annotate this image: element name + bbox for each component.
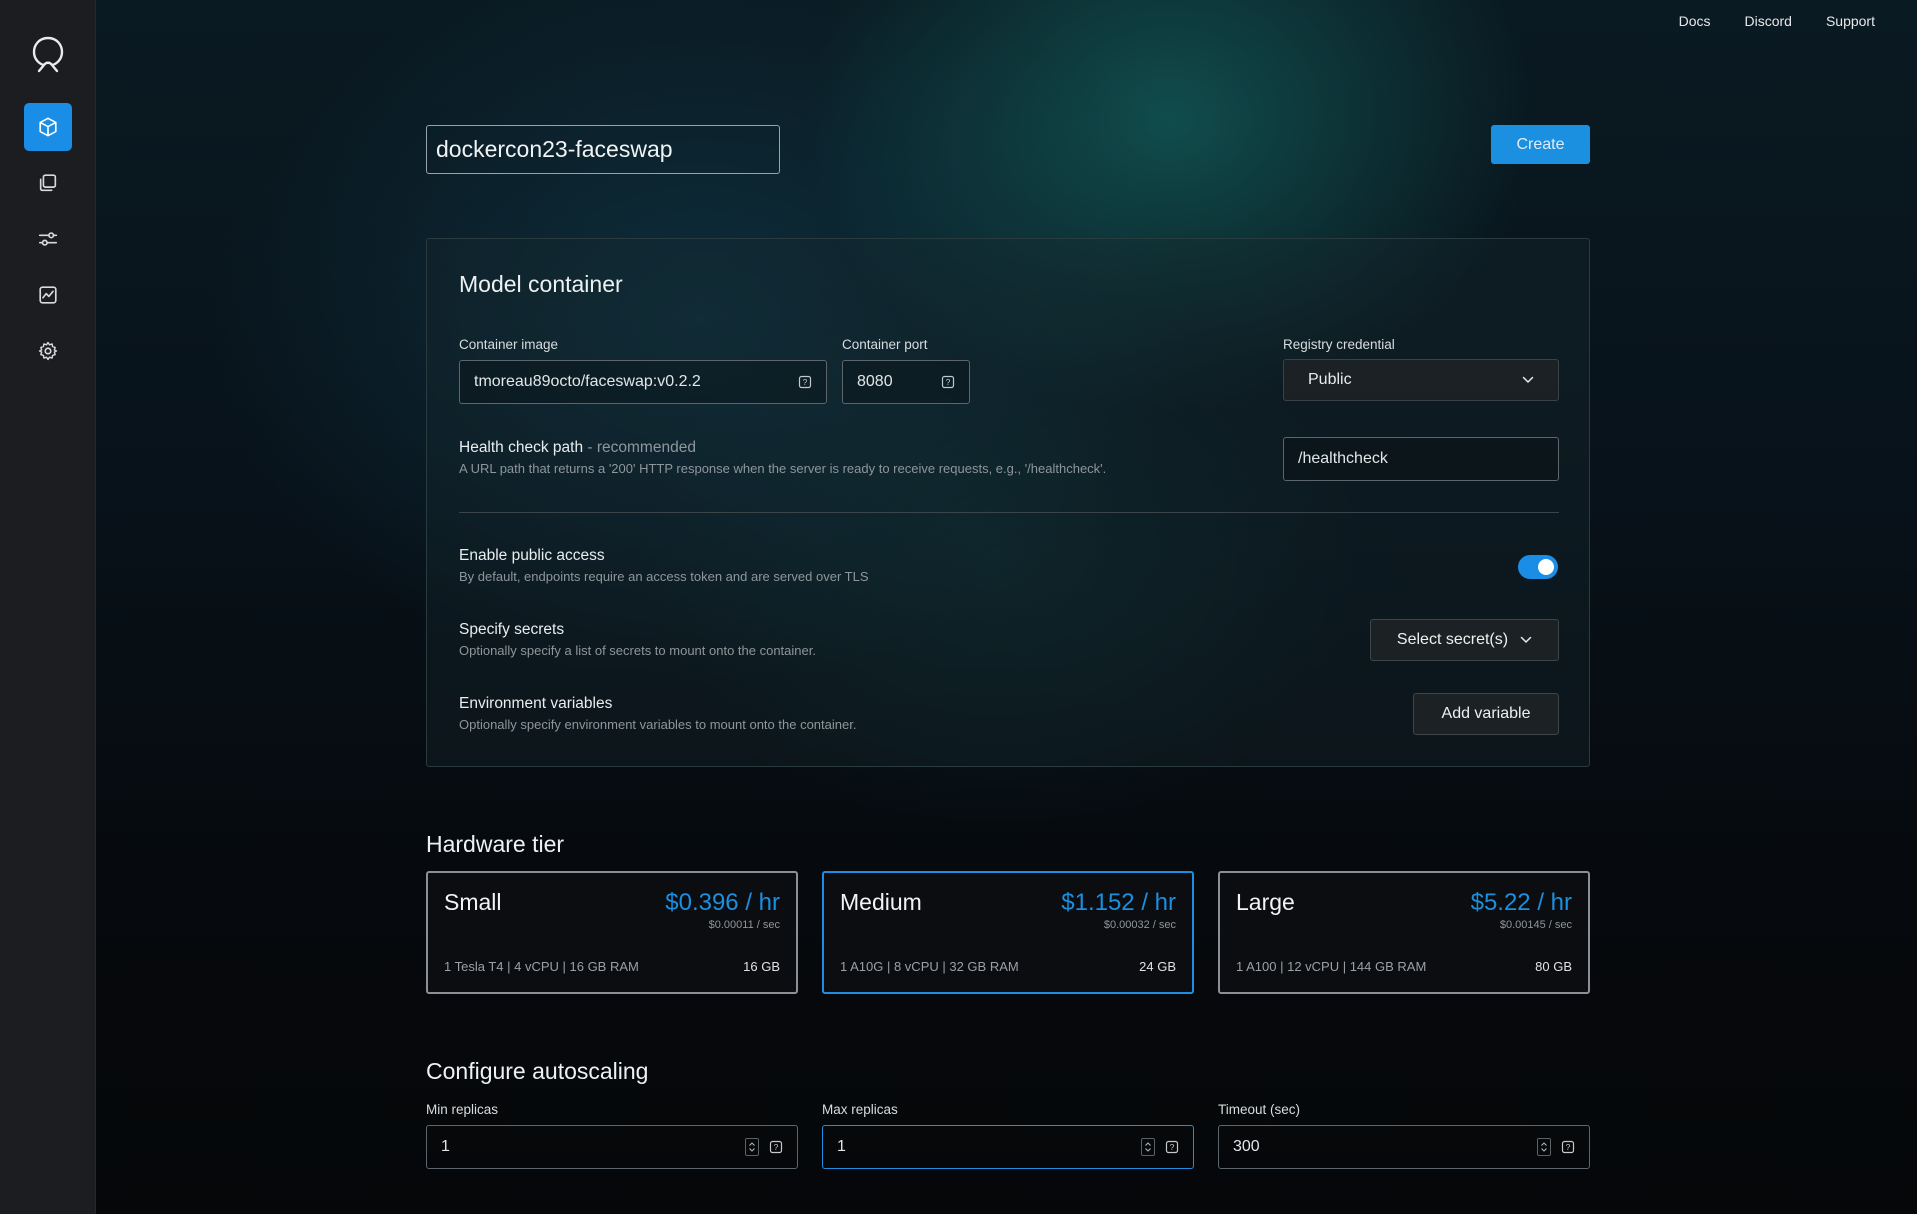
sliders-icon — [38, 232, 58, 246]
copy-icon — [39, 174, 57, 192]
create-button[interactable]: Create — [1491, 125, 1590, 164]
max-replicas-field[interactable]: 1 ? — [822, 1125, 1194, 1169]
health-check-title-text: Health check path — [459, 439, 584, 456]
logo-icon[interactable] — [30, 34, 66, 74]
sidebar-item-models[interactable] — [24, 103, 72, 151]
svg-text:?: ? — [774, 1142, 779, 1152]
tier-card-medium[interactable]: Medium $1.152 / hr $0.00032 / sec 1 A10G… — [822, 871, 1194, 994]
timeout-field[interactable]: 300 ? — [1218, 1125, 1590, 1169]
env-vars-title: Environment variables — [459, 695, 613, 712]
container-image-label: Container image — [459, 337, 559, 352]
sidebar-item-instances[interactable] — [24, 159, 72, 207]
autoscaling-title: Configure autoscaling — [426, 1058, 649, 1084]
container-image-field[interactable]: tmoreau89octo/faceswap:v0.2.2 ? — [459, 360, 827, 404]
registry-credential-select[interactable]: Public — [1283, 359, 1559, 401]
hardware-tier-title: Hardware tier — [426, 831, 565, 857]
tier-memory: 16 GB — [743, 959, 780, 974]
health-check-description: A URL path that returns a '200' HTTP res… — [459, 461, 1107, 476]
tier-price-per-sec: $0.00011 / sec — [708, 919, 780, 931]
tier-price-per-sec: $0.00032 / sec — [1103, 919, 1176, 931]
chevron-down-icon — [1520, 636, 1532, 644]
card-title: Model container — [459, 271, 623, 297]
chevron-down-icon — [1522, 376, 1534, 384]
container-port-value: 8080 — [857, 373, 893, 390]
container-image-value: tmoreau89octo/faceswap:v0.2.2 — [474, 373, 701, 390]
min-replicas-field[interactable]: 1 ? — [426, 1125, 798, 1169]
tier-price: $0.396 / hr — [665, 889, 780, 916]
help-icon[interactable]: ? — [941, 375, 955, 389]
tier-memory: 24 GB — [1139, 959, 1176, 974]
secrets-title: Specify secrets — [459, 621, 565, 638]
sidebar — [0, 0, 96, 1214]
endpoint-name-input[interactable] — [426, 125, 780, 174]
min-replicas-value: 1 — [441, 1138, 450, 1155]
public-access-description: By default, endpoints require an access … — [459, 569, 869, 584]
timeout-label: Timeout (sec) — [1218, 1102, 1301, 1117]
toggle-knob — [1538, 559, 1554, 575]
chart-icon — [39, 286, 57, 304]
sidebar-item-monitoring[interactable] — [24, 271, 72, 319]
health-check-title: Health check path - recommended — [459, 439, 696, 457]
registry-credential-label: Registry credential — [1283, 337, 1395, 352]
add-variable-button[interactable]: Add variable — [1413, 693, 1559, 735]
timeout-value: 300 — [1233, 1138, 1260, 1155]
help-icon[interactable]: ? — [769, 1140, 783, 1154]
model-container-card: Model container Container image tmoreau8… — [426, 238, 1590, 767]
divider — [459, 512, 1559, 513]
gear-icon — [38, 341, 58, 361]
container-port-label: Container port — [842, 337, 928, 352]
tier-name: Medium — [840, 889, 922, 915]
health-check-recommended: - recommended — [587, 439, 696, 456]
health-check-field[interactable]: /healthcheck — [1283, 437, 1559, 481]
max-replicas-value: 1 — [837, 1138, 846, 1155]
svg-text:?: ? — [1170, 1142, 1175, 1152]
tier-price: $5.22 / hr — [1470, 889, 1572, 916]
support-link[interactable]: Support — [1826, 13, 1875, 29]
top-nav: Docs Discord Support — [1679, 13, 1875, 29]
tier-price-per-sec: $0.00145 / sec — [1499, 919, 1572, 931]
health-check-value: /healthcheck — [1298, 450, 1388, 467]
sidebar-item-settings[interactable] — [24, 327, 72, 375]
svg-text:?: ? — [946, 377, 951, 387]
secrets-description: Optionally specify a list of secrets to … — [459, 643, 816, 658]
select-secrets-label: Select secret(s) — [1396, 631, 1509, 648]
public-access-title: Enable public access — [459, 547, 605, 564]
help-icon[interactable]: ? — [1561, 1140, 1575, 1154]
stepper-icon[interactable] — [745, 1138, 759, 1156]
discord-link[interactable]: Discord — [1744, 13, 1791, 29]
tier-name: Small — [444, 889, 502, 915]
add-variable-label: Add variable — [1441, 705, 1531, 722]
tier-spec: 1 Tesla T4 | 4 vCPU | 16 GB RAM — [444, 959, 639, 974]
max-replicas-label: Max replicas — [822, 1102, 898, 1117]
tier-memory: 80 GB — [1535, 959, 1572, 974]
help-icon[interactable]: ? — [1165, 1140, 1179, 1154]
stepper-icon[interactable] — [1141, 1138, 1155, 1156]
svg-text:?: ? — [803, 377, 808, 387]
sidebar-item-pipelines[interactable] — [24, 215, 72, 263]
cube-icon — [39, 117, 57, 137]
env-vars-description: Optionally specify environment variables… — [459, 717, 857, 732]
tier-card-large[interactable]: Large $5.22 / hr $0.00145 / sec 1 A100 |… — [1218, 871, 1590, 994]
tier-spec: 1 A100 | 12 vCPU | 144 GB RAM — [1236, 959, 1427, 974]
tier-card-small[interactable]: Small $0.396 / hr $0.00011 / sec 1 Tesla… — [426, 871, 798, 994]
public-access-toggle[interactable] — [1518, 555, 1558, 579]
tier-name: Large — [1236, 889, 1295, 915]
svg-text:?: ? — [1566, 1142, 1571, 1152]
registry-credential-value: Public — [1308, 371, 1352, 388]
container-port-field[interactable]: 8080 ? — [842, 360, 970, 404]
help-icon[interactable]: ? — [798, 375, 812, 389]
select-secrets-button[interactable]: Select secret(s) — [1370, 619, 1559, 661]
tier-spec: 1 A10G | 8 vCPU | 32 GB RAM — [840, 959, 1019, 974]
docs-link[interactable]: Docs — [1679, 13, 1711, 29]
tier-price: $1.152 / hr — [1061, 889, 1176, 916]
stepper-icon[interactable] — [1537, 1138, 1551, 1156]
min-replicas-label: Min replicas — [426, 1102, 499, 1117]
